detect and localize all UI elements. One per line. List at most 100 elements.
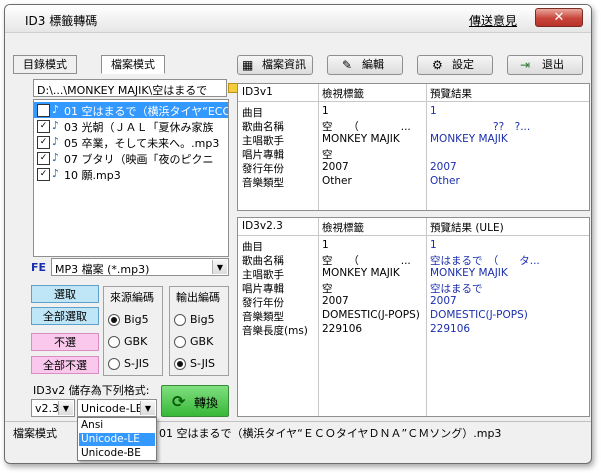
music-note-icon: ♪ (52, 167, 60, 180)
column-header: 檢視標籤 (322, 222, 364, 234)
view-value: 空 (322, 283, 333, 295)
group-title: 來源編碼 (110, 291, 154, 304)
table-header: ID3v1 檢視標籤 預覽結果 (238, 86, 589, 100)
preview-value: 空はまるで （ タ... (430, 255, 540, 267)
file-row[interactable]: ✓ ♪ 10 願.mp3 (34, 166, 228, 182)
convert-button[interactable]: ⟳ 轉換 (161, 385, 229, 417)
select-value: v2.3 (35, 402, 60, 415)
radio-sjis[interactable]: S-JIS (104, 357, 162, 371)
field-label: 主唱歌手 (242, 135, 284, 147)
field-label: 主唱歌手 (242, 269, 284, 281)
file-name: 03 光朝（ＪＡＬ「夏休み家族 (64, 121, 214, 134)
button-label: 全部選取 (43, 310, 87, 323)
checkbox[interactable]: ✓ (37, 136, 50, 149)
file-name: 10 願.mp3 (64, 169, 121, 182)
radio-big5[interactable]: Big5 (104, 313, 162, 327)
radio-sjis[interactable]: S-JIS (170, 357, 228, 371)
preview-value: 空はまるで (430, 283, 483, 295)
radio-dot (174, 336, 186, 348)
file-row[interactable]: ✓ ♪ 01 空はまるで（横浜タイヤ“ECO (34, 102, 228, 118)
select-all-button[interactable]: 全部選取 (31, 307, 99, 325)
file-filter-select[interactable]: MP3 檔案 (*.mp3) ▼ (51, 258, 229, 276)
radio-gbk[interactable]: GBK (170, 335, 228, 349)
chevron-down-icon: ▼ (58, 401, 73, 415)
filter-value: MP3 檔案 (*.mp3) (55, 263, 150, 276)
file-list: ✓ ♪ 01 空はまるで（横浜タイヤ“ECO ✓ ♪ 03 光朝（ＪＡＬ「夏休み… (33, 99, 229, 257)
table-row[interactable]: 發行年份 2007 2007 (238, 161, 589, 175)
file-name: 05 卒業，そして未来へ。.mp3 (64, 137, 220, 150)
radio-gbk[interactable]: GBK (104, 335, 162, 349)
button-label: 選取 (54, 288, 76, 301)
radio-big5[interactable]: Big5 (170, 313, 228, 327)
tab-directory-mode[interactable]: 目錄模式 (13, 55, 77, 74)
music-note-icon: ♪ (52, 135, 60, 148)
table-row[interactable]: 音樂類型 DOMESTIC(J-POPS) DOMESTIC(J-POPS) (238, 309, 589, 323)
deselect-all-button[interactable]: 全部不選 (31, 356, 99, 374)
radio-dot (108, 336, 120, 348)
output-encoding-group: 輸出編碼 Big5 GBK S-JIS (169, 286, 229, 376)
table-row[interactable]: 主唱歌手 MONKEY MAJIK MONKEY MAJIK (238, 267, 589, 281)
checkbox[interactable]: ✓ (37, 120, 50, 133)
dropdown-option[interactable]: Unicode-LE (79, 433, 155, 446)
preview-value: MONKEY MAJIK (430, 133, 508, 145)
table-row[interactable]: 歌曲名稱 空 （ ... ?? ?... (238, 119, 589, 133)
checkbox[interactable]: ✓ (37, 168, 50, 181)
path-field[interactable]: D:\...\MONKEY MAJIK\空はまるで (33, 79, 227, 97)
dropdown-option[interactable]: Unicode-BE (79, 447, 155, 460)
source-encoding-group: 來源編碼 Big5 GBK S-JIS (103, 286, 163, 376)
exit-icon: ⇥ (520, 58, 531, 72)
column-header: 預覽結果 (ULE) (430, 222, 504, 234)
preview-value: 1 (430, 239, 437, 251)
checkbox[interactable]: ✓ (37, 152, 50, 165)
path-value: D:\...\MONKEY MAJIK\空はまるで (37, 84, 208, 97)
select-button[interactable]: 選取 (31, 285, 99, 303)
view-value: MONKEY MAJIK (322, 133, 400, 145)
status-text: 01 空はまるで（横浜タイヤ“ＥＣＯタイヤＤＮＡ”ＣＭソング）.mp3 (159, 427, 502, 440)
radio-label: GBK (124, 335, 148, 348)
view-value: 229106 (322, 323, 363, 335)
view-value: 空 （ ... (322, 121, 411, 133)
edit-button[interactable]: ✎ 編輯 (327, 55, 403, 75)
checkbox[interactable]: ✓ (37, 104, 50, 117)
view-value: 空 (322, 149, 333, 161)
music-note-icon: ♪ (52, 119, 60, 132)
close-button[interactable]: ✕ (535, 8, 583, 27)
radio-label: GBK (190, 335, 214, 348)
tab-file-mode[interactable]: 檔案模式 (101, 55, 165, 74)
settings-button[interactable]: ⚙ 設定 (417, 55, 493, 75)
refresh-icon: ⟳ (172, 392, 186, 411)
exit-button[interactable]: ⇥ 退出 (507, 55, 583, 75)
deselect-button[interactable]: 不選 (31, 333, 99, 351)
radio-label: Big5 (190, 313, 215, 326)
file-name: 01 空はまるで（横浜タイヤ“ECO (64, 105, 228, 118)
table-row[interactable]: 主唱歌手 MONKEY MAJIK MONKEY MAJIK (238, 133, 589, 147)
file-row[interactable]: ✓ ♪ 03 光朝（ＪＡＬ「夏休み家族 (34, 118, 228, 134)
encoding-dropdown-list: Ansi Unicode-LE Unicode-BE (77, 417, 157, 461)
table-row[interactable]: 歌曲名稱 空 （ ... 空はまるで （ タ... (238, 253, 589, 267)
table-row[interactable]: 唱片專輯 空 空はまるで (238, 281, 589, 295)
file-row[interactable]: ✓ ♪ 07 ブタリ（映画「夜のピクニ (34, 150, 228, 166)
table-row[interactable]: 曲目 1 1 (238, 105, 589, 119)
encoding-select[interactable]: Unicode-LE ▼ (77, 399, 157, 417)
table-row[interactable]: 音樂類型 Other Other (238, 175, 589, 189)
field-label: 音樂類型 (242, 311, 284, 323)
feedback-link[interactable]: 傳送意見 (469, 12, 517, 29)
edit-icon: ✎ (342, 58, 353, 72)
music-note-icon: ♪ (52, 103, 60, 116)
table-row[interactable]: 曲目 1 1 (238, 239, 589, 253)
dropdown-option[interactable]: Ansi (79, 419, 155, 432)
close-icon: ✕ (553, 10, 565, 25)
field-label: 發行年份 (242, 297, 284, 309)
preview-value: 1 (430, 105, 437, 117)
table-row[interactable]: 發行年份 2007 2007 (238, 295, 589, 309)
radio-label: S-JIS (124, 357, 150, 370)
table-header: ID3v2.3 檢視標籤 預覽結果 (ULE) (238, 220, 589, 234)
table-row[interactable]: 唱片專輯 空 (238, 147, 589, 161)
field-label: 音樂類型 (242, 177, 284, 189)
file-row[interactable]: ✓ ♪ 05 卒業，そして未来へ。.mp3 (34, 134, 228, 150)
file-name: 07 ブタリ（映画「夜のピクニ (64, 153, 214, 166)
file-info-button[interactable]: ▦ 檔案資訊 (237, 55, 313, 75)
version-select[interactable]: v2.3 ▼ (31, 399, 75, 417)
table-row[interactable]: 音樂長度(ms) 229106 229106 (238, 323, 589, 337)
button-label: 編輯 (362, 58, 384, 71)
